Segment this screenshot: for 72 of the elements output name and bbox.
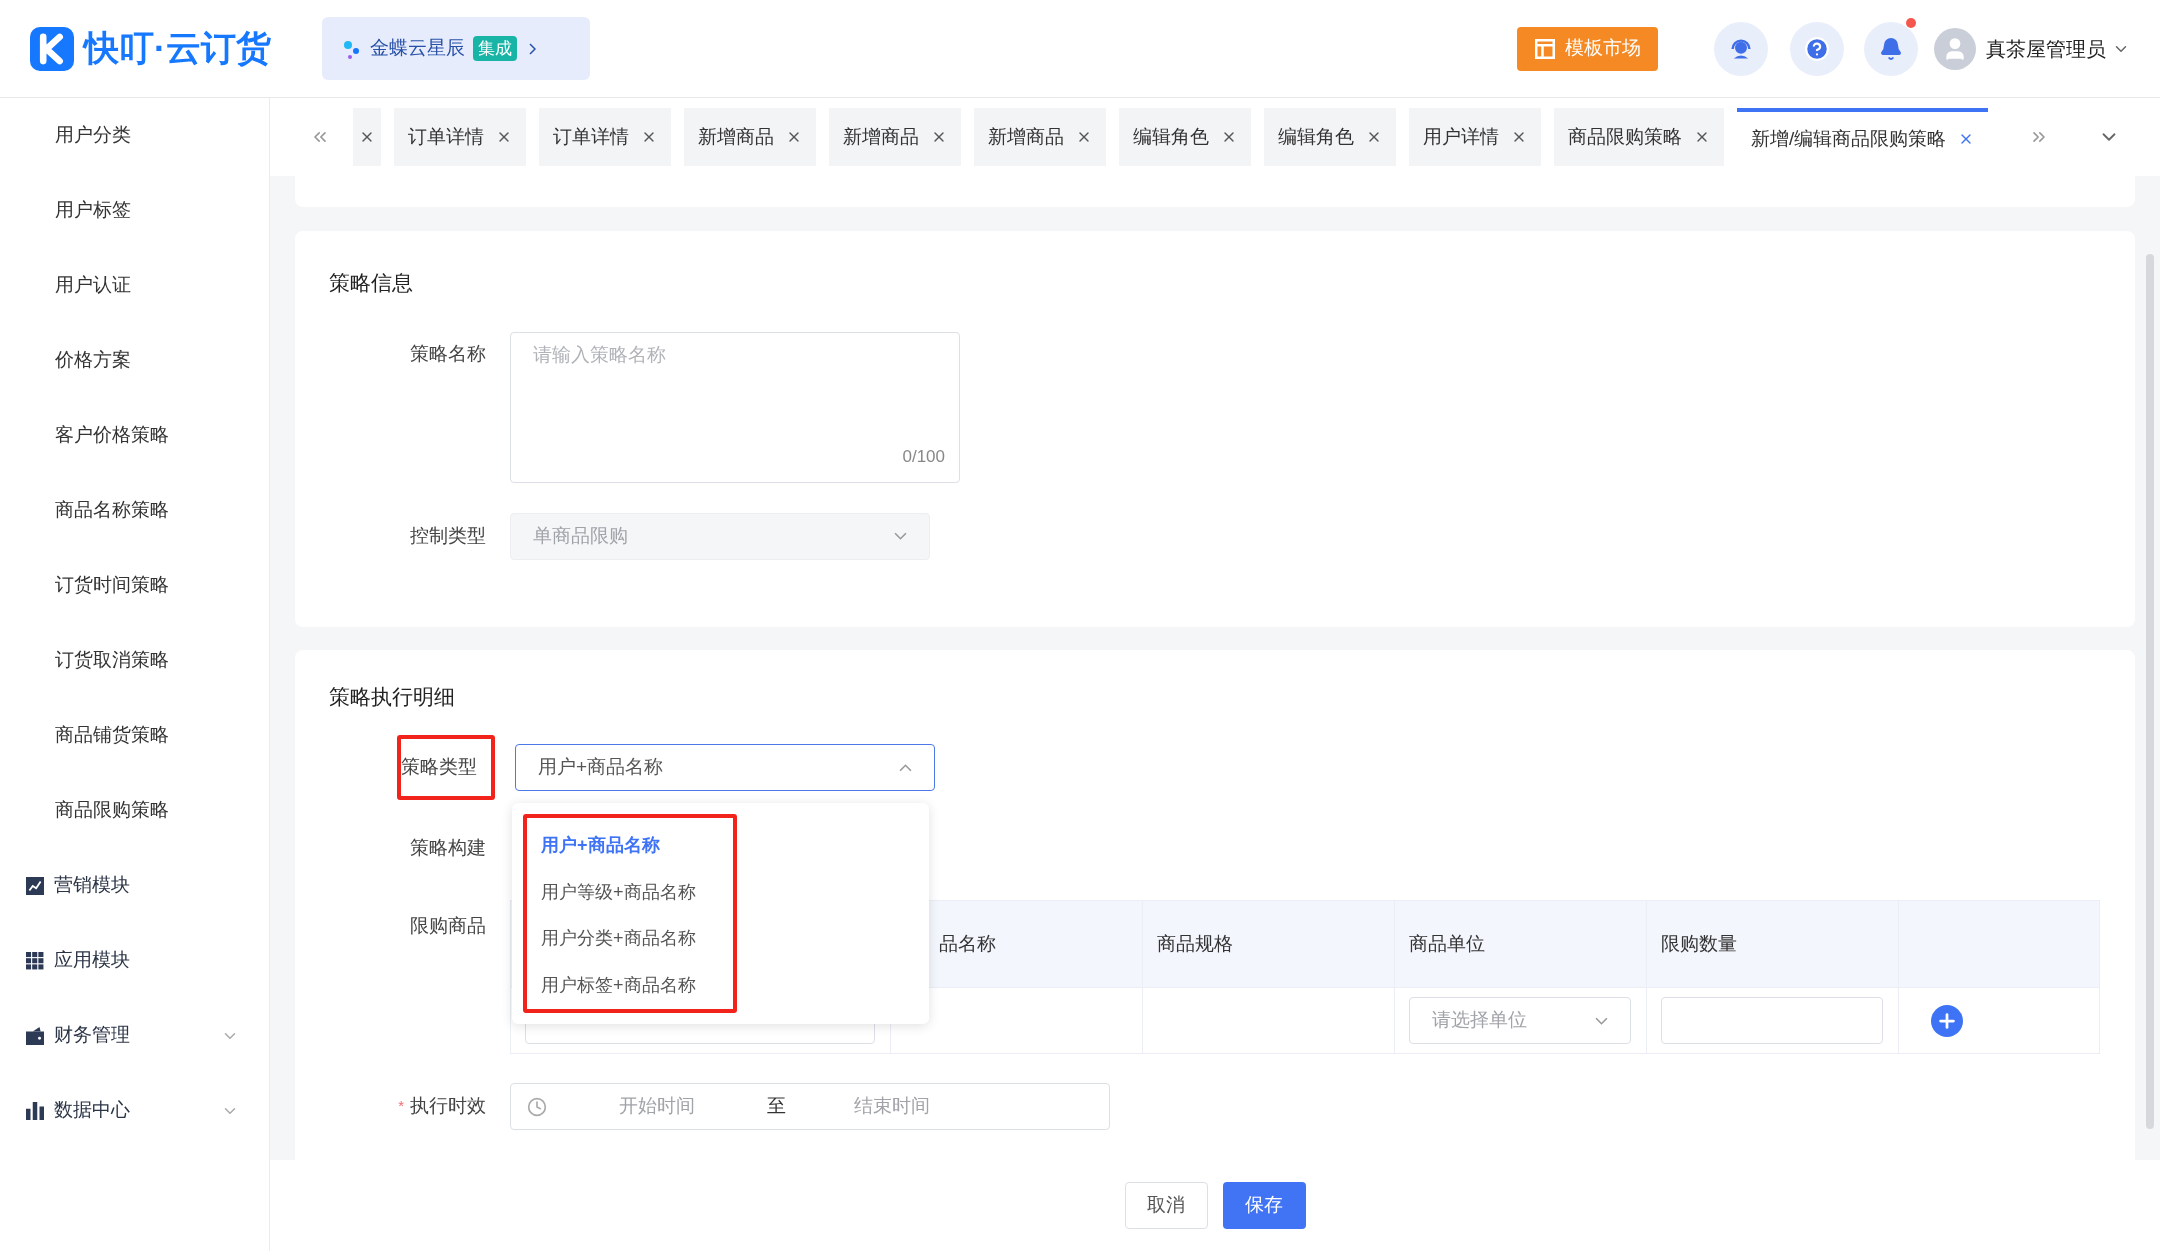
sidebar-item[interactable]: 商品名称策略 — [0, 473, 269, 548]
column-header: 商品单位 — [1409, 931, 1485, 956]
dropdown-option[interactable]: 用户分类+商品名称 — [541, 915, 733, 962]
clock-icon — [527, 1096, 547, 1117]
add-row-icon[interactable] — [1931, 1004, 1963, 1037]
sidebar-item[interactable]: 价格方案 — [0, 323, 269, 398]
integration-banner[interactable]: 金蝶云星辰 集成 — [321, 17, 590, 80]
sidebar-item[interactable]: 客户价格策略 — [0, 398, 269, 473]
placeholder-text: 请输入策略名称 — [533, 343, 666, 365]
tab[interactable]: 订单详情 — [539, 108, 671, 166]
tab[interactable]: 新增商品 — [829, 108, 961, 166]
wallet-icon — [26, 1026, 44, 1045]
field-label: 执行时效 — [410, 1094, 486, 1119]
chevron-up-icon — [899, 763, 912, 772]
sidebar-item[interactable]: 商品铺货策略 — [0, 698, 269, 773]
layout-icon — [1534, 38, 1555, 59]
section-title: 策略执行明细 — [329, 683, 456, 710]
integration-badge: 集成 — [472, 35, 517, 62]
tab[interactable]: 编辑角色 — [1264, 108, 1396, 166]
save-button[interactable]: 保存 — [1222, 1182, 1306, 1229]
sidebar-item[interactable]: 应用模块 — [54, 946, 130, 975]
field-label: 策略名称 — [410, 342, 486, 364]
sidebar-item[interactable]: 订货取消策略 — [0, 623, 269, 698]
chevron-right-icon — [528, 42, 536, 55]
strategy-type-select[interactable]: 用户+商品名称 — [515, 744, 935, 791]
sidebar-item[interactable]: 商品限购策略 — [0, 773, 269, 848]
tab[interactable]: 用户详情 — [1409, 108, 1541, 166]
bar-chart-icon — [26, 1101, 44, 1120]
user-name[interactable]: 真茶屋管理员 — [1986, 33, 2106, 64]
tab[interactable]: 新增商品 — [684, 108, 816, 166]
sidebar-item[interactable]: 营销模块 — [54, 871, 130, 900]
banner-text: 金蝶云星辰 — [369, 36, 465, 61]
support-icon[interactable] — [1714, 21, 1768, 76]
start-time-placeholder: 开始时间 — [619, 1094, 695, 1119]
sidebar-item[interactable]: 订货时间策略 — [0, 548, 269, 623]
field-label: 限购商品 — [410, 915, 486, 936]
app-logo-text: 快叮·云订货 — [84, 27, 271, 70]
sidebar-item[interactable]: 数据中心 — [54, 1096, 211, 1125]
end-time-placeholder: 结束时间 — [854, 1094, 930, 1119]
character-counter: 0/100 — [902, 446, 945, 468]
cancel-button[interactable]: 取消 — [1124, 1182, 1208, 1229]
field-label: 策略构建 — [410, 837, 486, 859]
strategy-name-field[interactable]: 请输入策略名称 0/100 — [510, 331, 960, 483]
quantity-field[interactable] — [1661, 997, 1883, 1044]
trend-chart-icon — [26, 876, 44, 895]
tab[interactable]: 编辑角色 — [1119, 108, 1251, 166]
sidebar-item[interactable]: 用户分类 — [0, 98, 269, 173]
dropdown-option[interactable]: 用户标签+商品名称 — [541, 962, 733, 1009]
grid-icon — [26, 951, 44, 970]
scrollbar[interactable] — [2146, 254, 2154, 1129]
tab[interactable]: 订单详情 — [394, 108, 526, 166]
section-title: 策略信息 — [329, 270, 414, 296]
sidebar-item[interactable]: 财务管理 — [54, 1021, 211, 1050]
chevron-down-icon — [1595, 1016, 1608, 1025]
column-header: 限购数量 — [1661, 931, 1737, 956]
logo-icon — [30, 26, 74, 71]
notification-icon[interactable] — [1864, 21, 1918, 76]
dropdown-option[interactable]: 用户等级+商品名称 — [541, 869, 733, 916]
date-range-field[interactable]: 开始时间 至 结束时间 — [510, 1083, 1110, 1130]
help-icon[interactable] — [1790, 21, 1844, 76]
required-asterisk: * — [398, 1096, 404, 1117]
chevron-down-icon — [894, 532, 907, 540]
sidebar-item[interactable]: 用户标签 — [0, 173, 269, 248]
range-separator: 至 — [767, 1094, 786, 1119]
sidebar-item[interactable]: 用户认证 — [0, 248, 269, 323]
tab[interactable]: 新增商品 — [974, 108, 1106, 166]
column-header: 品名称 — [939, 931, 996, 956]
field-label: 控制类型 — [410, 524, 486, 546]
tab[interactable]: 商品限购策略 — [1554, 108, 1724, 166]
dropdown-option[interactable]: 用户+商品名称 — [541, 822, 733, 869]
field-label: 策略类型 — [397, 735, 495, 800]
column-header: 商品规格 — [1157, 931, 1233, 956]
